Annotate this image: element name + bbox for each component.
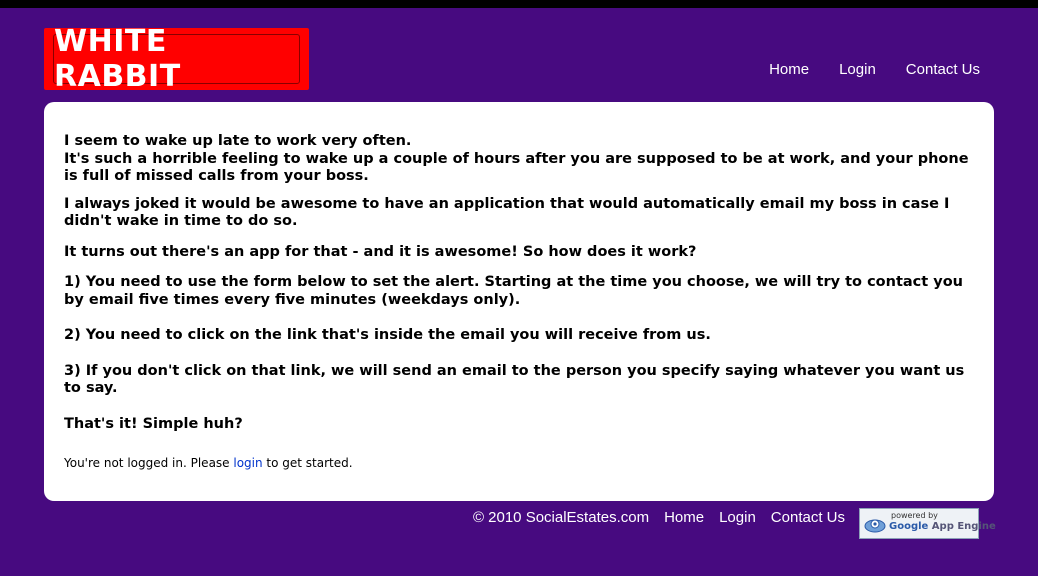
footer-nav: Home Login Contact Us xyxy=(664,509,845,526)
intro-line-2: It's such a horrible feeling to wake up … xyxy=(64,150,969,185)
step-2: 2) You need to click on the link that's … xyxy=(64,327,711,343)
app-engine-badge[interactable]: powered by Google App Engine xyxy=(859,508,996,539)
badge-title: Google App Engine xyxy=(889,521,996,532)
logo[interactable]: WHITE RABBIT xyxy=(44,24,309,94)
top-nav: Home Login Contact Us xyxy=(769,61,980,78)
step-1: 1) You need to use the form below to set… xyxy=(64,274,963,308)
nav-contact-link[interactable]: Contact Us xyxy=(906,61,980,78)
footer-login-link[interactable]: Login xyxy=(719,509,756,526)
content-panel: I seem to wake up late to work very ofte… xyxy=(44,102,994,501)
intro-line-3: I always joked it would be awesome to ha… xyxy=(64,195,950,230)
badge-app-engine: App Engine xyxy=(928,521,996,532)
status-login-link[interactable]: login xyxy=(233,456,262,470)
badge-powered-by: powered by xyxy=(891,511,938,520)
logo-text: WHITE RABBIT xyxy=(53,24,300,94)
nav-home-link[interactable]: Home xyxy=(769,61,809,78)
top-bar xyxy=(0,0,1038,8)
footer-copyright: © 2010 SocialEstates.com xyxy=(472,509,650,526)
badge-google: Google xyxy=(889,521,929,532)
footer: © 2010 SocialEstates.com Home Login Cont… xyxy=(473,509,845,526)
footer-contact-link[interactable]: Contact Us xyxy=(771,509,845,526)
status-prefix: You're not logged in. Please xyxy=(64,456,234,470)
footer-home-link[interactable]: Home xyxy=(664,509,704,526)
login-status: You're not logged in. Please login to ge… xyxy=(64,456,974,470)
status-suffix: to get started. xyxy=(262,456,353,470)
app-engine-icon xyxy=(864,519,886,533)
nav-login-link[interactable]: Login xyxy=(839,61,876,78)
step-3: 3) If you don't click on that link, we w… xyxy=(64,362,965,397)
closing-line: That's it! Simple huh? xyxy=(64,415,243,432)
intro-line-1: I seem to wake up late to work very ofte… xyxy=(64,133,412,149)
intro-line-4: It turns out there's an app for that - a… xyxy=(64,243,697,260)
